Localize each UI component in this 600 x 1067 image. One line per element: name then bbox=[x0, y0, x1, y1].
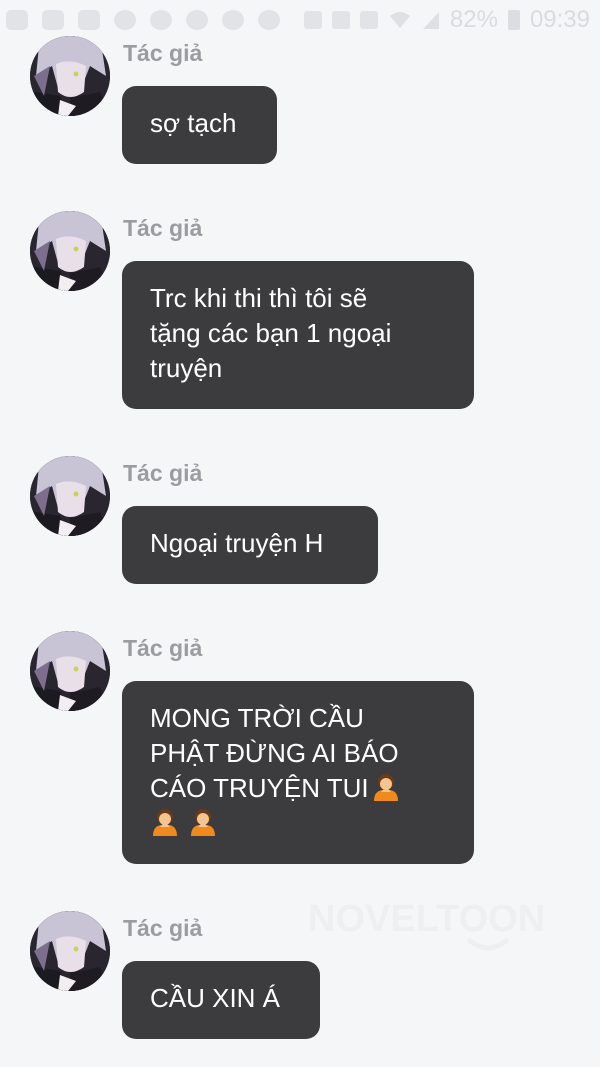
message-text: Ngoại truyện H bbox=[150, 528, 324, 558]
chat-icon bbox=[78, 10, 100, 30]
message-bubble: MONG TRỜI CẦU PHẬT ĐỪNG AI BÁO CÁO TRUYỆ… bbox=[122, 681, 474, 864]
message-text: CÁO TRUYỆN TUI bbox=[150, 773, 369, 803]
bowing-person-emoji bbox=[191, 809, 215, 836]
author-avatar[interactable] bbox=[30, 211, 110, 291]
bowing-person-emoji bbox=[153, 809, 177, 836]
app-icon-3 bbox=[222, 10, 244, 30]
bowing-person-emoji bbox=[373, 774, 398, 801]
mute-icon bbox=[331, 11, 350, 29]
message-text-line: MONG TRỜI CẦU bbox=[150, 703, 364, 733]
pinterest-icon bbox=[114, 10, 136, 30]
author-name: Tác giả bbox=[123, 460, 203, 486]
wifi-icon bbox=[389, 12, 410, 28]
message-text-line: CÁO TRUYỆN TUI bbox=[150, 771, 446, 806]
chat-message: Tác giả Trc khi thi thì tôi sẽ tặng các … bbox=[0, 211, 600, 411]
message-text: CẦU XIN Á bbox=[150, 983, 281, 1013]
image-icon bbox=[42, 10, 64, 30]
chat-message: Tác giả sợ tạch bbox=[0, 36, 600, 166]
message-bubble: Trc khi thi thì tôi sẽ tặng các bạn 1 ng… bbox=[122, 261, 474, 409]
author-name: Tác giả bbox=[123, 915, 203, 941]
message-icon bbox=[6, 10, 28, 30]
author-avatar[interactable] bbox=[30, 36, 110, 116]
emoji-line bbox=[150, 806, 446, 841]
message-text-line: PHẬT ĐỪNG AI BÁO bbox=[150, 738, 399, 768]
author-avatar[interactable] bbox=[30, 631, 110, 711]
author-avatar[interactable] bbox=[30, 456, 110, 536]
author-name: Tác giả bbox=[123, 215, 203, 241]
status-bar: 82% 09:39 bbox=[0, 0, 600, 40]
message-text: sợ tạch bbox=[150, 108, 237, 138]
chat-message: Tác giả Ngoại truyện H bbox=[0, 456, 600, 586]
app-icon-2 bbox=[186, 10, 208, 30]
message-bubble: CẦU XIN Á bbox=[122, 961, 320, 1039]
battery-level: 82% bbox=[449, 6, 498, 33]
message-bubble: Ngoại truyện H bbox=[122, 506, 378, 584]
message-bubble: sợ tạch bbox=[122, 86, 277, 164]
signal-icon bbox=[422, 12, 439, 29]
app-icon-4 bbox=[258, 10, 280, 30]
notification-icons bbox=[6, 10, 280, 30]
chat-message: Tác giả MONG TRỜI CẦU PHẬT ĐỪNG AI BÁO C… bbox=[0, 631, 600, 866]
alarm-icon bbox=[359, 11, 378, 29]
author-avatar[interactable] bbox=[30, 911, 110, 991]
app-icon bbox=[150, 10, 172, 30]
message-text-line: truyện bbox=[150, 353, 223, 383]
nfc-icon bbox=[303, 11, 322, 29]
message-text-line: Trc khi thi thì tôi sẽ bbox=[150, 283, 368, 313]
message-text-line: tặng các bạn 1 ngoại bbox=[150, 318, 392, 348]
battery-icon bbox=[507, 10, 520, 30]
system-status: 82% 09:39 bbox=[303, 6, 590, 34]
author-name: Tác giả bbox=[123, 635, 203, 661]
author-name: Tác giả bbox=[123, 40, 203, 66]
chat-message: Tác giả CẦU XIN Á bbox=[0, 911, 600, 1041]
clock: 09:39 bbox=[529, 6, 590, 33]
